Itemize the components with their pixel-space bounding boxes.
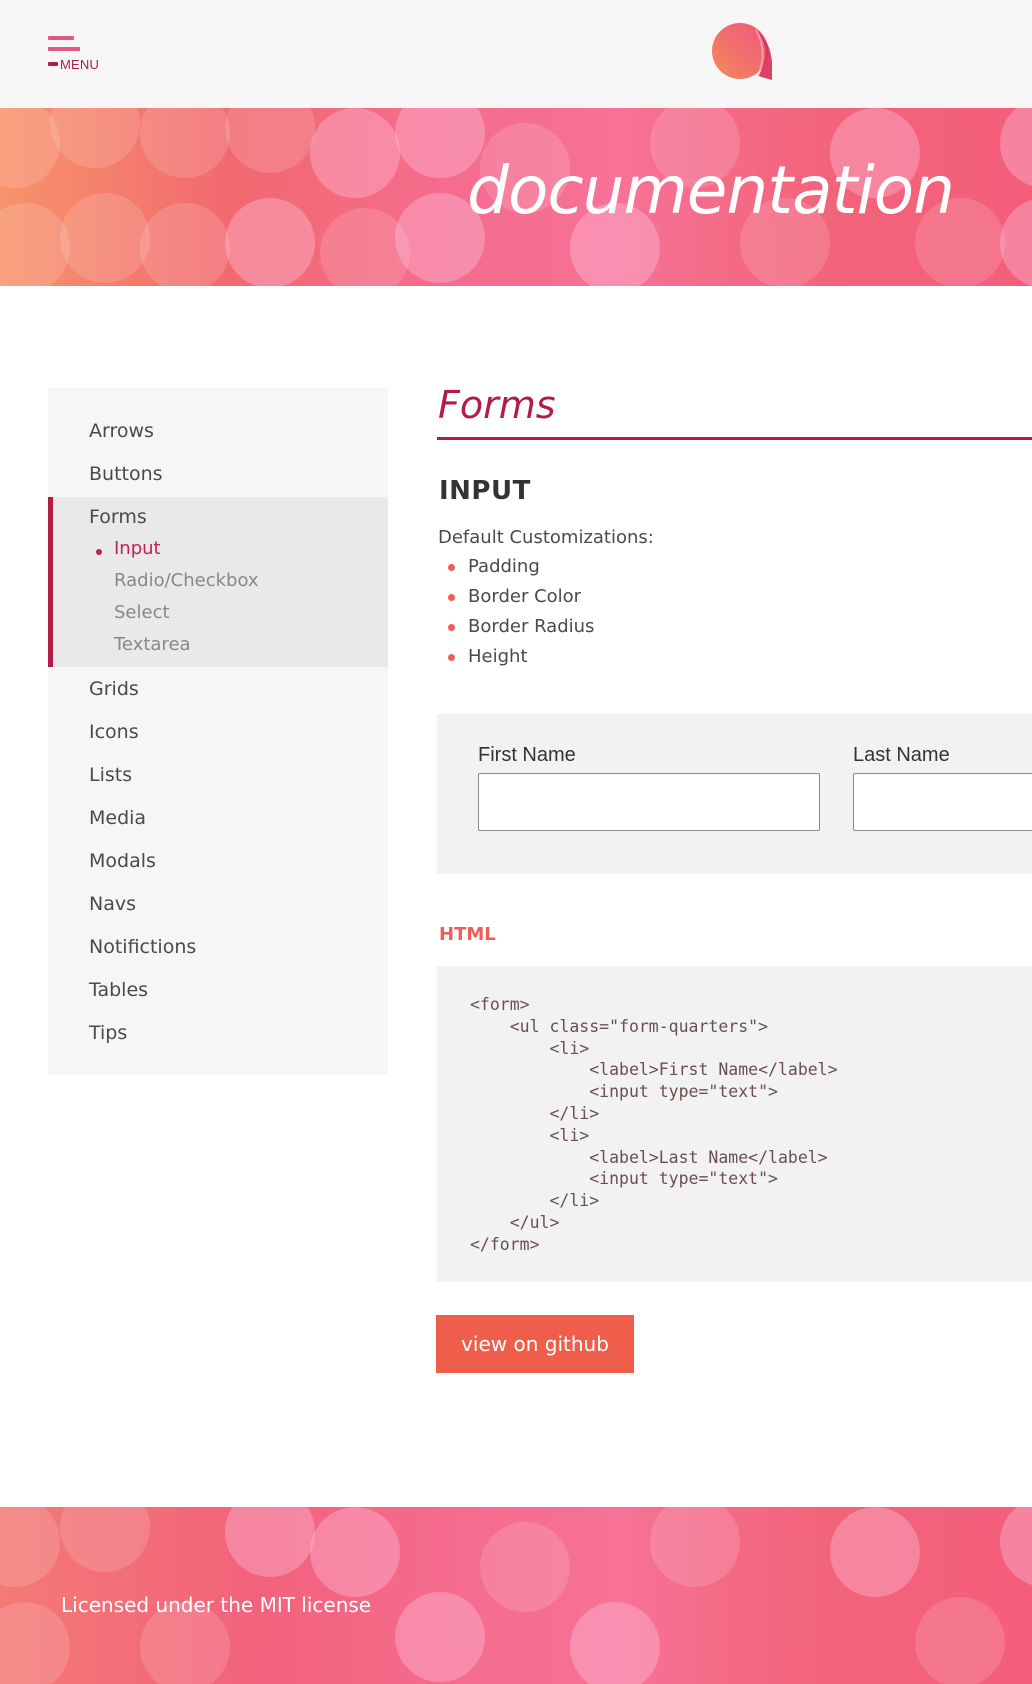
feature-item: Border Radius [468, 616, 595, 637]
top-header: MENU [0, 0, 1032, 108]
bokeh-decoration [140, 108, 230, 178]
feature-item: Border Color [468, 586, 582, 607]
bokeh-decoration [570, 1602, 660, 1684]
q-logo-icon[interactable] [712, 22, 774, 82]
bullet-icon [448, 564, 455, 571]
menu-label: MENU [60, 57, 100, 72]
code-heading: HTML [439, 924, 496, 945]
sidebar-item-icons[interactable]: Icons [89, 721, 139, 743]
menu-icon-bar [48, 47, 80, 51]
sidebar-item-buttons[interactable]: Buttons [89, 463, 163, 485]
bokeh-decoration [140, 203, 230, 286]
section-subheading: INPUT [439, 476, 531, 506]
last-name-label: Last Name [853, 744, 950, 766]
page-title: documentation [467, 152, 955, 229]
view-on-github-button[interactable]: view on github [436, 1315, 634, 1373]
bullet-icon [448, 654, 455, 661]
bokeh-decoration [310, 108, 400, 198]
bokeh-decoration [0, 1602, 70, 1684]
first-name-label: First Name [478, 744, 576, 766]
sidebar-item-notifictions[interactable]: Notifictions [89, 936, 196, 958]
first-name-input[interactable] [478, 773, 820, 831]
menu-icon [48, 36, 74, 40]
intro-text: Default Customizations: [438, 527, 654, 548]
feature-item: Height [468, 646, 528, 667]
bokeh-decoration [1000, 108, 1032, 188]
sidebar-subitem-select[interactable]: Select [114, 602, 170, 623]
section-title: Forms [438, 383, 556, 427]
bokeh-decoration [310, 1507, 400, 1597]
sidebar-item-lists[interactable]: Lists [89, 764, 132, 786]
sidebar-item-tables[interactable]: Tables [89, 979, 148, 1001]
sidebar-item-media[interactable]: Media [89, 807, 146, 829]
bokeh-decoration [60, 193, 150, 283]
bokeh-decoration [395, 1592, 485, 1682]
form-demo-box: First Name Last Name [437, 714, 1032, 874]
sidebar-nav: Arrows Buttons Forms Input Radio/Checkbo… [48, 388, 388, 1074]
sidebar-item-grids[interactable]: Grids [89, 678, 139, 700]
page-footer: Licensed under the MIT license [0, 1507, 1032, 1684]
bokeh-decoration [830, 1507, 920, 1597]
bullet-icon [448, 594, 455, 601]
menu-icon-bar [48, 62, 58, 66]
menu-button[interactable]: MENU [46, 36, 106, 72]
current-item-dot-icon [96, 549, 102, 555]
bullet-icon [448, 624, 455, 631]
sidebar-subitem-input[interactable]: Input [114, 538, 161, 559]
sidebar-item-forms[interactable]: Forms [89, 506, 147, 528]
bokeh-decoration [50, 108, 140, 168]
sidebar-item-tips[interactable]: Tips [89, 1022, 127, 1044]
bokeh-decoration [0, 1507, 60, 1587]
sidebar-subitem-textarea[interactable]: Textarea [114, 634, 191, 655]
bokeh-decoration [480, 1522, 570, 1612]
code-snippet: <form> <ul class="form-quarters"> <li> <… [470, 995, 838, 1254]
bokeh-decoration [225, 1507, 315, 1577]
bokeh-decoration [915, 1597, 1005, 1684]
feature-item: Padding [468, 556, 540, 577]
sidebar-item-modals[interactable]: Modals [89, 850, 156, 872]
bokeh-decoration [650, 1507, 740, 1587]
bokeh-decoration [225, 108, 315, 173]
code-block: <form> <ul class="form-quarters"> <li> <… [437, 966, 1032, 1282]
sidebar-subitem-radio-checkbox[interactable]: Radio/Checkbox [114, 570, 259, 591]
bokeh-decoration [225, 198, 315, 286]
bokeh-decoration [1000, 1507, 1032, 1587]
last-name-input[interactable] [853, 773, 1032, 831]
sidebar-item-arrows[interactable]: Arrows [89, 420, 154, 442]
license-text: Licensed under the MIT license [61, 1593, 372, 1617]
bokeh-decoration [1000, 198, 1032, 286]
sidebar-item-navs[interactable]: Navs [89, 893, 136, 915]
hero-banner: documentation [0, 108, 1032, 286]
bokeh-decoration [60, 1507, 150, 1572]
title-divider [437, 437, 1032, 440]
